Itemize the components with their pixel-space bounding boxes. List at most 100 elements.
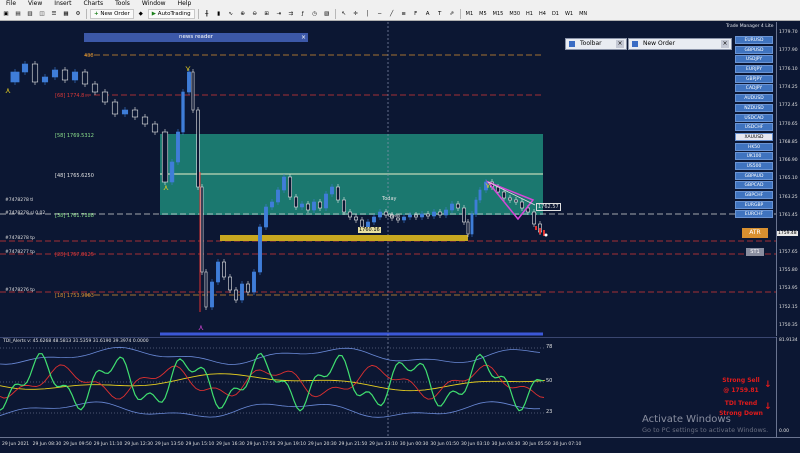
zoom-out-icon[interactable]: ⊖ — [250, 9, 260, 19]
marker-top: ⋎ — [185, 64, 191, 73]
symbol-button-nzdusd[interactable]: NZDUSD — [735, 103, 773, 112]
periods-icon[interactable]: ◷ — [310, 9, 320, 19]
symbol-button-us500[interactable]: US500 — [735, 161, 773, 170]
symbol-button-eurusd[interactable]: EURUSD — [735, 36, 773, 44]
time-tick: 30 Jun 07:10 — [552, 442, 582, 447]
tester-icon[interactable]: ⚙ — [73, 9, 83, 19]
candle-body — [402, 216, 406, 221]
time-axis: 29 Jun 2021 29 Jun 08:30 29 Jun 09:50 29 Ju… — [0, 437, 800, 453]
toolbar-panel[interactable]: Toolbar × — [565, 38, 627, 50]
autoscroll-icon[interactable]: ⇉ — [286, 9, 296, 19]
timeframe-h1[interactable]: H1 — [523, 11, 536, 17]
marker-bottom: ⋏ — [198, 323, 204, 332]
toolbar-separator — [86, 9, 87, 19]
menu-window[interactable]: Window — [136, 0, 172, 8]
symbol-button-gbpcad[interactable]: GBPCAD — [735, 181, 773, 190]
menu-help[interactable]: Help — [172, 0, 198, 8]
price-axis[interactable]: 1779.70 1777.90 1776.10 1774.25 1772.45 1770.… — [776, 22, 800, 336]
price-tick: 1770.65 — [779, 121, 798, 127]
templates-icon[interactable]: ▧ — [322, 9, 332, 19]
vertical-line-icon[interactable]: │ — [363, 9, 373, 19]
menu-insert[interactable]: Insert — [48, 0, 77, 8]
symbol-button-uk100[interactable]: UK100 — [735, 152, 773, 161]
candle-body — [31, 63, 39, 83]
timeframe-m15[interactable]: M15 — [490, 11, 507, 17]
candle-body — [91, 83, 99, 93]
timeframe-h4[interactable]: H4 — [536, 11, 549, 17]
fibonacci-icon[interactable]: F — [411, 9, 421, 19]
terminal-icon[interactable]: ▦ — [61, 9, 71, 19]
symbol-button-usdcad[interactable]: USDCAD — [735, 113, 773, 122]
news-close-icon[interactable]: × — [301, 33, 306, 42]
data-window-icon[interactable]: ◫ — [37, 9, 47, 19]
news-reader-panel[interactable]: news reader × — [84, 33, 308, 42]
candle-body — [474, 199, 478, 215]
toolbar-panel-close-icon[interactable]: × — [616, 40, 624, 48]
new-chart-icon[interactable]: ▣ — [1, 9, 11, 19]
price-chart[interactable]: ⋎ ⋏ ⋏ ⋎ ⋏ 438 [68] 1774.8… [58] 1769.531… — [0, 22, 776, 336]
indicators-icon[interactable]: ƒ — [298, 9, 308, 19]
symbol-button-cadjpy[interactable]: CADJPY — [735, 84, 773, 93]
candle-body — [466, 221, 470, 235]
new-order-button[interactable]: + New Order — [90, 9, 134, 19]
price-dot — [544, 233, 548, 237]
candle-body — [426, 213, 430, 217]
st1-button[interactable]: ST1 — [746, 248, 764, 256]
new-order-panel-close-icon[interactable]: × — [721, 40, 729, 48]
toolbar-separator — [334, 9, 336, 19]
zoom-in-icon[interactable]: ⊕ — [238, 9, 248, 19]
candle-body — [535, 226, 537, 230]
supply-box — [220, 235, 468, 241]
channel-icon[interactable]: ≡ — [399, 9, 409, 19]
menu-view[interactable]: View — [22, 0, 48, 8]
market-watch-icon[interactable]: ▥ — [25, 9, 35, 19]
profiles-icon[interactable]: ▤ — [13, 9, 23, 19]
candle-body — [520, 201, 524, 209]
candle-body — [508, 197, 512, 201]
symbol-button-eurjpy[interactable]: EURJPY — [735, 65, 773, 74]
atr-button[interactable]: ATR — [742, 228, 768, 238]
candlestick-icon[interactable]: ▮ — [214, 9, 224, 19]
symbol-button-usdchf[interactable]: USDCHF — [735, 123, 773, 132]
timeframe-mn[interactable]: MN — [576, 11, 590, 17]
symbol-button-usdjpy[interactable]: USDJPY — [735, 55, 773, 64]
candle-body — [191, 71, 195, 111]
trendline-icon[interactable]: ╱ — [387, 9, 397, 19]
symbol-button-audusd[interactable]: AUDUSD — [735, 94, 773, 103]
menu-file[interactable]: File — [0, 0, 22, 8]
candle-body — [111, 101, 119, 115]
timeframe-d1[interactable]: D1 — [549, 11, 562, 17]
symbol-button-hk50[interactable]: HK50 — [735, 142, 773, 151]
timeframe-m1[interactable]: M1 — [463, 11, 477, 17]
metaeditor-icon[interactable]: ◆ — [136, 9, 146, 19]
symbol-button-gbpchf[interactable]: GBPCHF — [735, 191, 773, 199]
symbol-button-gbpusd[interactable]: GBPUSD — [735, 45, 773, 54]
label-icon[interactable]: T — [435, 9, 445, 19]
chart-shift-icon[interactable]: ⇥ — [274, 9, 284, 19]
arrows-icon[interactable]: ⇗ — [447, 9, 457, 19]
timeframe-w1[interactable]: W1 — [562, 11, 576, 17]
navigator-icon[interactable]: ☰ — [49, 9, 59, 19]
symbol-button-xauusd[interactable]: XAUUSD — [735, 132, 773, 141]
menu-charts[interactable]: Charts — [78, 0, 110, 8]
symbol-button-eurgbp[interactable]: EURGBP — [735, 200, 773, 209]
timeframe-m5[interactable]: M5 — [476, 11, 490, 17]
symbol-button-eurchf[interactable]: EURCHF — [735, 210, 773, 219]
menu-tools[interactable]: Tools — [109, 0, 136, 8]
autotrading-button[interactable]: ▶ AutoTrading — [147, 9, 195, 19]
crosshair-icon[interactable]: ✛ — [351, 9, 361, 19]
cursor-icon[interactable]: ↖ — [339, 9, 349, 19]
timeframe-m30[interactable]: M30 — [506, 11, 523, 17]
candle-body — [420, 213, 424, 218]
price-tick: 1755.80 — [779, 267, 798, 273]
bar-chart-icon[interactable]: ╫ — [202, 9, 212, 19]
tile-windows-icon[interactable]: ⊞ — [262, 9, 272, 19]
open-label: Open — [388, 214, 401, 219]
line-chart-icon[interactable]: ∿ — [226, 9, 236, 19]
symbol-button-gbpaud[interactable]: GBPAUD — [735, 171, 773, 180]
horizontal-line-icon[interactable]: ─ — [375, 9, 385, 19]
symbol-button-gbpjpy[interactable]: GBPJPY — [735, 74, 773, 83]
new-order-panel[interactable]: New Order × — [628, 38, 732, 50]
text-icon[interactable]: A — [423, 9, 433, 19]
candle-body — [187, 71, 191, 93]
